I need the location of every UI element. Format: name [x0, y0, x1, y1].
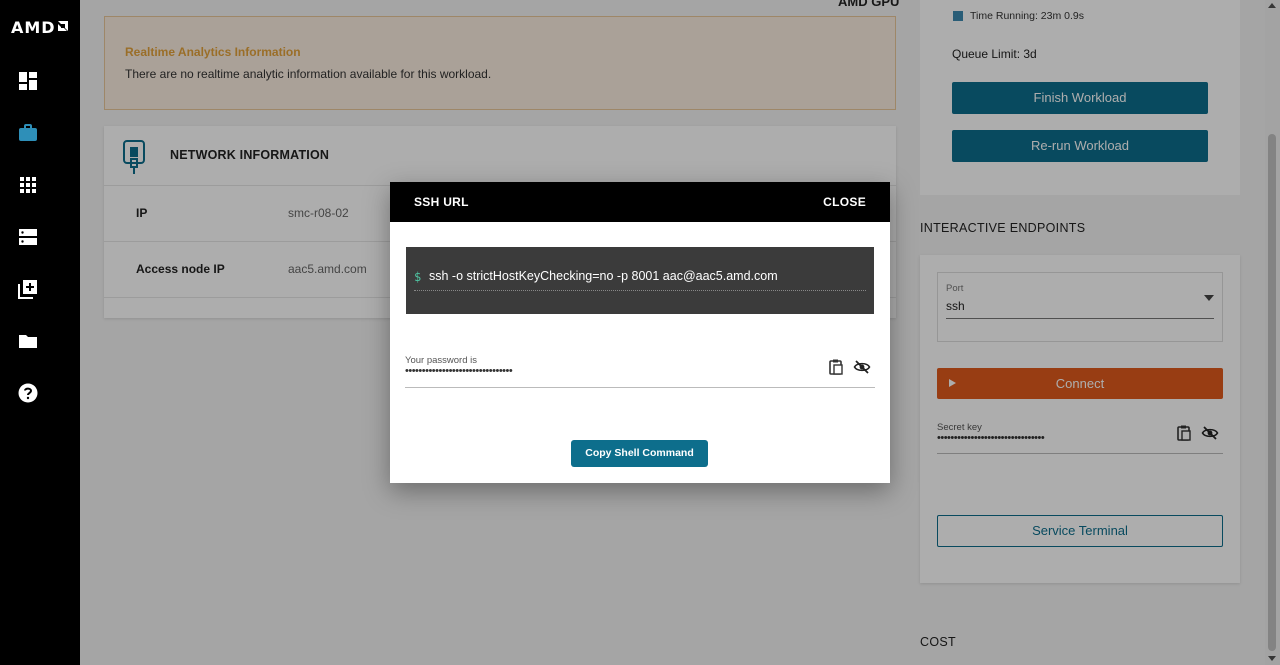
dialog-header: SSH URL CLOSE — [390, 182, 890, 222]
add-library-icon[interactable] — [18, 279, 38, 299]
folder-icon[interactable] — [18, 331, 38, 351]
visibility-off-icon[interactable] — [853, 358, 871, 376]
ssh-url-dialog: SSH URL CLOSE $ ssh -o strictHostKeyChec… — [390, 182, 890, 483]
dialog-title: SSH URL — [414, 195, 469, 209]
amd-logo-arrow-icon — [58, 21, 68, 31]
password-underline — [405, 387, 875, 388]
apps-grid-icon[interactable] — [18, 175, 38, 195]
ssh-command-box[interactable]: $ ssh -o strictHostKeyChecking=no -p 800… — [406, 247, 874, 314]
copy-shell-command-button[interactable]: Copy Shell Command — [571, 440, 708, 467]
password-actions — [827, 358, 871, 376]
briefcase-icon[interactable] — [18, 123, 38, 143]
password-value: •••••••••••••••••••••••••••••••• — [405, 365, 513, 377]
copy-clipboard-icon[interactable] — [827, 358, 845, 376]
close-button[interactable]: CLOSE — [823, 195, 866, 209]
dashboard-icon[interactable] — [18, 71, 38, 91]
shell-prompt: $ — [414, 270, 422, 284]
help-icon[interactable] — [18, 383, 38, 403]
ssh-command[interactable]: ssh -o strictHostKeyChecking=no -p 8001 … — [429, 269, 778, 283]
servers-icon[interactable] — [18, 227, 38, 247]
command-underline — [414, 290, 866, 291]
amd-logo: AMD — [11, 18, 56, 37]
sidebar: AMD — [0, 0, 80, 665]
